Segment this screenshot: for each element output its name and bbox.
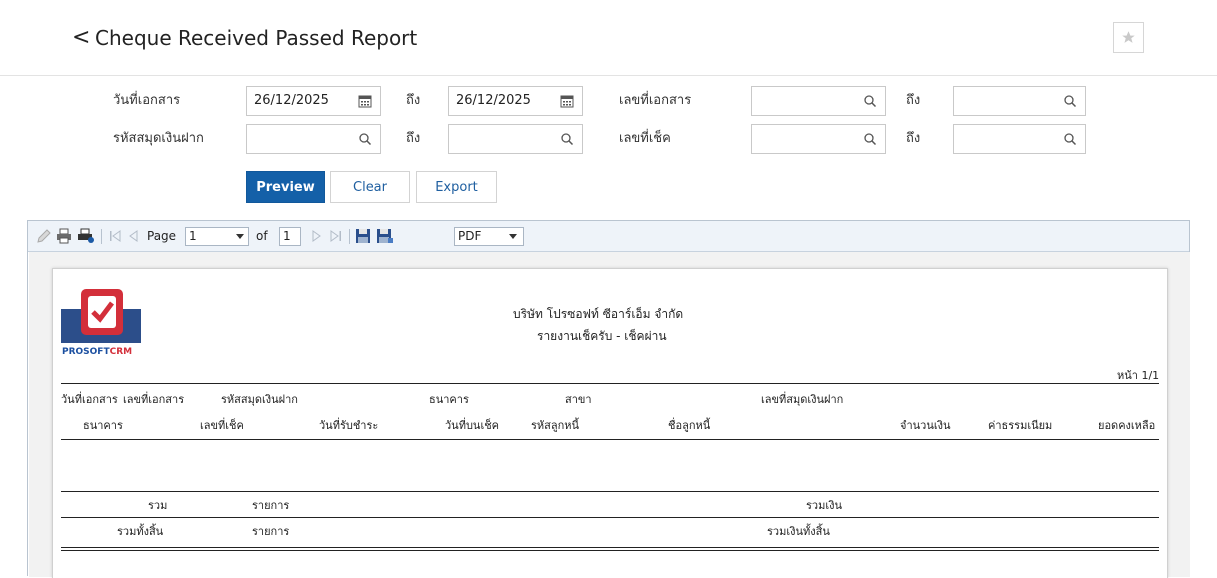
col-doc-no: เลขที่เอกสาร bbox=[123, 393, 185, 406]
doc-date-label: วันที่เอกสาร bbox=[113, 93, 181, 108]
calendar-icon[interactable] bbox=[560, 94, 574, 108]
summary-double-rule-1 bbox=[61, 547, 1159, 548]
cheque-no-to-label: ถึง bbox=[906, 131, 921, 146]
page-value: 1 bbox=[189, 229, 197, 243]
search-icon[interactable] bbox=[560, 132, 574, 146]
grand-total-label: รวมทั้งสิ้น bbox=[117, 525, 164, 538]
col-fee: ค่าธรรมเนียม bbox=[988, 419, 1053, 432]
page-title: Cheque Received Passed Report bbox=[95, 26, 418, 50]
header-divider bbox=[0, 75, 1217, 76]
clear-button[interactable]: Clear bbox=[330, 171, 410, 203]
col-receive-date: วันที่รับชำระ bbox=[319, 419, 379, 432]
calendar-icon[interactable] bbox=[358, 94, 372, 108]
total-pages-value: 1 bbox=[283, 229, 291, 243]
search-icon[interactable] bbox=[1063, 132, 1077, 146]
col-debtor-code: รหัสลูกหนี้ bbox=[531, 419, 580, 432]
grand-items-label: รายการ bbox=[252, 525, 290, 538]
doc-no-label: เลขที่เอกสาร bbox=[619, 93, 692, 108]
back-chevron-icon[interactable]: < bbox=[72, 24, 90, 52]
logo-text-red: CRM bbox=[109, 347, 133, 357]
col-branch: สาขา bbox=[565, 393, 592, 406]
logo-text-blue: PROSOFT bbox=[62, 347, 110, 357]
next-page-icon[interactable] bbox=[311, 228, 323, 244]
of-label: of bbox=[256, 229, 268, 243]
dropdown-arrow-icon bbox=[236, 234, 244, 239]
bankbook-to-field[interactable] bbox=[448, 124, 583, 154]
export-format-select[interactable]: PDF bbox=[454, 227, 524, 246]
page-indicator: หน้า 1/1 bbox=[1117, 369, 1160, 382]
doc-date-to-value: 26/12/2025 bbox=[456, 93, 531, 108]
preview-button[interactable]: Preview bbox=[246, 171, 325, 203]
doc-date-to-field[interactable]: 26/12/2025 bbox=[448, 86, 583, 116]
doc-no-from-field[interactable] bbox=[751, 86, 886, 116]
col-debtor-name: ชื่อลูกหนี้ bbox=[668, 419, 711, 432]
company-logo: PROSOFTCRM bbox=[61, 287, 141, 362]
col-bank-2: ธนาคาร bbox=[83, 419, 123, 432]
star-icon bbox=[1122, 31, 1135, 43]
col-bank-1: ธนาคาร bbox=[429, 393, 469, 406]
search-icon[interactable] bbox=[358, 132, 372, 146]
bankbook-from-field[interactable] bbox=[246, 124, 381, 154]
summary-top-rule bbox=[61, 491, 1159, 492]
header-bottom-rule bbox=[61, 439, 1159, 440]
total-pages-box: 1 bbox=[279, 227, 301, 246]
pencil-icon[interactable] bbox=[36, 228, 52, 244]
search-icon[interactable] bbox=[863, 94, 877, 108]
total-label: รวม bbox=[148, 499, 168, 512]
report-page: PROSOFTCRM บริษัท โปรซอฟท์ ซีอาร์เอ็ม จำ… bbox=[52, 268, 1168, 578]
header-top-rule bbox=[61, 383, 1159, 384]
company-name: บริษัท โปรซอฟท์ ซีอาร์เอ็ม จำกัด bbox=[513, 307, 684, 321]
viewer-toolbar: Page 1 of 1 PDF bbox=[28, 221, 1189, 252]
search-icon[interactable] bbox=[863, 132, 877, 146]
doc-date-from-value: 26/12/2025 bbox=[254, 93, 329, 108]
col-cheque-date: วันที่บนเช็ค bbox=[445, 419, 500, 432]
print-icon[interactable] bbox=[56, 228, 72, 244]
total-items-label: รายการ bbox=[252, 499, 290, 512]
save-icon[interactable] bbox=[355, 228, 371, 244]
print-setup-icon[interactable] bbox=[77, 228, 95, 244]
favorite-button[interactable] bbox=[1113, 22, 1144, 53]
total-amount-label: รวมเงิน bbox=[806, 499, 842, 512]
page-select[interactable]: 1 bbox=[185, 227, 249, 246]
last-page-icon[interactable] bbox=[329, 228, 343, 244]
grand-total-amount-label: รวมเงินทั้งสิ้น bbox=[767, 525, 830, 538]
summary-double-rule-2 bbox=[61, 550, 1159, 551]
dropdown-arrow-icon bbox=[509, 234, 517, 239]
toolbar-separator bbox=[349, 229, 350, 244]
prev-page-icon[interactable] bbox=[127, 228, 139, 244]
save-as-icon[interactable] bbox=[376, 228, 394, 244]
logo-mark-icon bbox=[61, 289, 141, 343]
report-canvas: PROSOFTCRM บริษัท โปรซอฟท์ ซีอาร์เอ็ม จำ… bbox=[29, 252, 1190, 578]
summary-mid-rule bbox=[61, 517, 1159, 518]
col-bankbook-no: เลขที่สมุดเงินฝาก bbox=[761, 393, 844, 406]
cheque-no-from-field[interactable] bbox=[751, 124, 886, 154]
bankbook-code-label: รหัสสมุดเงินฝาก bbox=[113, 131, 204, 146]
report-viewer: Page 1 of 1 PDF PROSOFTCRM บริษัท โปรซอฟ… bbox=[27, 220, 1190, 578]
logo-wordmark: PROSOFTCRM bbox=[62, 347, 132, 358]
cheque-no-to-field[interactable] bbox=[953, 124, 1086, 154]
page-label: Page bbox=[147, 229, 177, 243]
export-button[interactable]: Export bbox=[416, 171, 497, 203]
col-balance: ยอดคงเหลือ bbox=[1098, 419, 1156, 432]
bankbook-to-label: ถึง bbox=[406, 131, 421, 146]
report-title: รายงานเช็ครับ - เช็คผ่าน bbox=[537, 329, 667, 343]
doc-date-to-label: ถึง bbox=[406, 93, 421, 108]
export-format-value: PDF bbox=[458, 229, 482, 243]
doc-no-to-field[interactable] bbox=[953, 86, 1086, 116]
doc-no-to-label: ถึง bbox=[906, 93, 921, 108]
cheque-no-label: เลขที่เช็ค bbox=[619, 131, 671, 146]
doc-date-from-field[interactable]: 26/12/2025 bbox=[246, 86, 381, 116]
col-cheque-no: เลขที่เช็ค bbox=[200, 419, 244, 432]
col-amount: จำนวนเงิน bbox=[900, 419, 951, 432]
col-doc-date: วันที่เอกสาร bbox=[61, 393, 118, 406]
search-icon[interactable] bbox=[1063, 94, 1077, 108]
first-page-icon[interactable] bbox=[108, 228, 122, 244]
col-bankbook-code: รหัสสมุดเงินฝาก bbox=[221, 393, 298, 406]
toolbar-separator bbox=[101, 229, 102, 244]
